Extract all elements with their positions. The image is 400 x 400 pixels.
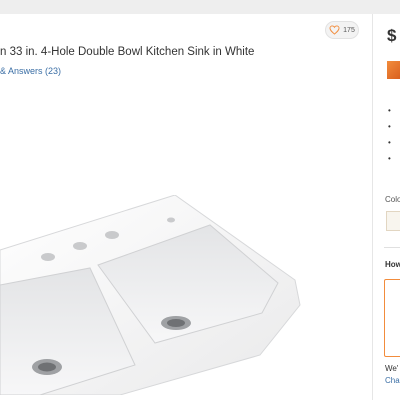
fulfillment-option[interactable] — [384, 279, 400, 357]
divider-line — [384, 247, 400, 248]
feature-bullet: • — [388, 154, 391, 163]
product-image[interactable] — [0, 195, 310, 395]
price: $ — [387, 26, 397, 45]
product-title: n 33 in. 4-Hole Double Bowl Kitchen Sink… — [0, 46, 255, 58]
top-band — [0, 0, 400, 14]
change-link[interactable]: Cha — [385, 376, 400, 385]
favorite-count: 175 — [343, 26, 355, 34]
questions-answers-link[interactable]: & Answers (23) — [0, 66, 61, 76]
feature-bullet: • — [388, 106, 391, 115]
feature-bullet: • — [388, 122, 391, 131]
offer-badge[interactable] — [387, 61, 400, 79]
feature-bullet: • — [388, 138, 391, 147]
favorite-button[interactable]: 175 — [325, 21, 359, 39]
color-label: Colo — [385, 195, 400, 204]
color-swatch-white[interactable] — [386, 211, 400, 231]
delivery-note: We' — [385, 364, 399, 373]
fulfillment-heading: How — [385, 260, 400, 269]
heart-outline-icon — [329, 25, 340, 35]
